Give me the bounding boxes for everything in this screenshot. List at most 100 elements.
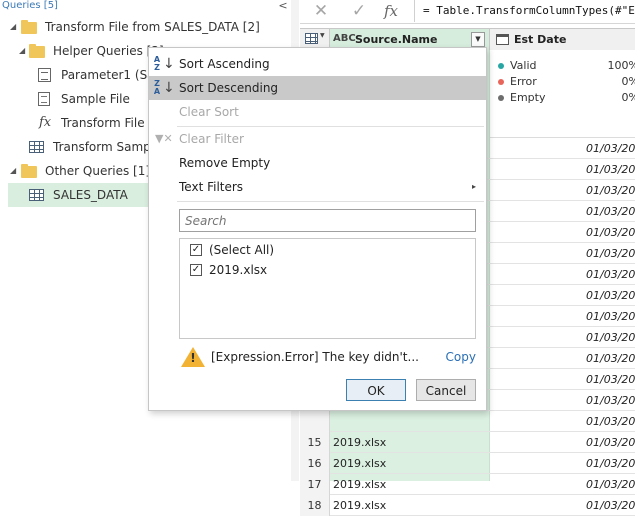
- cell-date-text: 01/03/2019: [586, 499, 635, 512]
- filter-dropdown: A Z ↓ Sort Ascending Z A ↓ Sort Descending C…: [148, 47, 487, 411]
- quality-valid: Valid 100%: [498, 58, 635, 74]
- chevron-right-icon: ▸: [471, 182, 476, 191]
- cell-est-date[interactable]: 01/03/2019: [490, 348, 635, 369]
- cell-est-date[interactable]: 01/03/2019: [490, 201, 635, 222]
- formula-input[interactable]: = Table.TransformColumnTypes(#"Expanded …: [414, 0, 635, 22]
- table-row[interactable]: 182019.xlsx 01/03/2019: [300, 495, 635, 516]
- column-header-est-date[interactable]: Est Date: [490, 29, 635, 50]
- cell-date-text: 01/03/2019: [586, 163, 635, 176]
- tree-item-other-queries[interactable]: ◢ Other Queries [1]: [0, 159, 150, 183]
- tree-item-label: SALES_DATA: [53, 188, 128, 202]
- exclamation-glyph: !: [190, 351, 196, 365]
- cell-est-date[interactable]: 01/03/2019: [490, 222, 635, 243]
- za-glyph: ZA: [153, 79, 161, 96]
- cell-est-date[interactable]: 01/03/2019: [490, 138, 635, 159]
- cell-est-date[interactable]: 01/03/2019: [490, 495, 635, 516]
- quality-label: Empty: [510, 91, 546, 104]
- collapse-pane-icon[interactable]: <: [276, 0, 290, 12]
- table-row[interactable]: 172019.xlsx 01/03/2019: [300, 474, 635, 495]
- text-filters-item[interactable]: Text Filters ▸: [149, 175, 486, 199]
- sort-ascending-item[interactable]: A Z ↓ Sort Ascending: [149, 52, 486, 76]
- cell-date-text: 01/03/2019: [586, 289, 635, 302]
- confirm-formula-button[interactable]: ✓: [344, 0, 374, 22]
- clear-filter-item[interactable]: ▼✕ Clear Filter: [149, 127, 486, 151]
- clear-sort-item[interactable]: Clear Sort: [149, 100, 486, 124]
- quality-label: Error: [510, 75, 537, 88]
- menu-item-label: Text Filters: [179, 180, 244, 194]
- folder-icon: [21, 20, 37, 34]
- cell-est-date[interactable]: 01/03/2019: [490, 180, 635, 201]
- cell-date-text: 01/03/2019: [586, 310, 635, 323]
- cell-date-text: 01/03/2019: [586, 226, 635, 239]
- table-row[interactable]: 01/03/2019: [300, 411, 635, 432]
- sort-descending-item[interactable]: Z A ↓ Sort Descending: [149, 76, 486, 100]
- row-number[interactable]: 15: [300, 432, 330, 453]
- function-icon: fx: [39, 115, 52, 130]
- quality-label: Valid: [510, 59, 537, 72]
- table-row[interactable]: 152019.xlsx 01/03/2019: [300, 432, 635, 453]
- cell-source-name[interactable]: 2019.xlsx: [333, 432, 483, 453]
- cell-est-date[interactable]: 01/03/2019: [490, 432, 635, 453]
- tree-item-transform-file-folder[interactable]: ◢ Transform File from SALES_DATA [2]: [0, 15, 290, 39]
- column-title: Est Date: [514, 33, 567, 46]
- cell-est-date[interactable]: 01/03/2019: [490, 306, 635, 327]
- cell-source-name[interactable]: 2019.xlsx: [333, 495, 483, 516]
- caret-down-icon[interactable]: ◢: [19, 39, 25, 63]
- row-number[interactable]: 16: [300, 453, 330, 474]
- cell-est-date[interactable]: 01/03/2019: [490, 285, 635, 306]
- cell-date-text: 01/03/2019: [586, 394, 635, 407]
- down-arrow-glyph: ↓: [163, 56, 175, 72]
- cell-date-text: 01/03/2019: [586, 373, 635, 386]
- empty-dot-icon: [498, 95, 504, 101]
- cell-est-date[interactable]: 01/03/2019: [490, 453, 635, 474]
- cell-source-name[interactable]: 2019.xlsx: [333, 474, 483, 495]
- quality-percent: 0%: [621, 75, 635, 88]
- cell-est-date[interactable]: 01/03/2019: [490, 390, 635, 411]
- quality-percent: 0%: [621, 91, 635, 104]
- search-input[interactable]: [179, 209, 476, 232]
- tree-item-label: Sample File: [61, 92, 130, 106]
- table-icon: [29, 141, 44, 153]
- row-number[interactable]: 18: [300, 495, 330, 516]
- ok-button[interactable]: OK: [346, 379, 406, 401]
- cell-date-text: 01/03/2019: [586, 247, 635, 260]
- insert-function-button[interactable]: fx: [376, 0, 406, 22]
- tree-item-sample-file[interactable]: Sample File: [0, 87, 150, 111]
- caret-down-icon[interactable]: ◢: [10, 159, 16, 183]
- cell-date-text: 01/03/2019: [586, 436, 635, 449]
- remove-empty-item[interactable]: Remove Empty: [149, 151, 486, 175]
- cell-est-date[interactable]: 01/03/2019: [490, 327, 635, 348]
- checkbox-checked-icon[interactable]: ✓: [190, 244, 202, 256]
- row-number[interactable]: [300, 411, 330, 432]
- cell-source-name[interactable]: [333, 411, 483, 432]
- cancel-button[interactable]: Cancel: [416, 379, 476, 401]
- cell-est-date[interactable]: 01/03/2019: [490, 474, 635, 495]
- table-row[interactable]: 162019.xlsx 01/03/2019: [300, 453, 635, 474]
- document-icon: [38, 92, 50, 106]
- column-filter-button[interactable]: ▼: [471, 32, 485, 47]
- cell-date-text: 01/03/2019: [586, 331, 635, 344]
- menu-item-label: Sort Descending: [179, 81, 279, 95]
- cell-date-text: 01/03/2019: [586, 268, 635, 281]
- tree-item-transform-file[interactable]: fx Transform File: [0, 111, 150, 135]
- cell-est-date[interactable]: 01/03/2019: [490, 369, 635, 390]
- cancel-formula-button[interactable]: ✕: [306, 0, 336, 22]
- tree-item-transform-sample[interactable]: Transform Sample: [0, 135, 162, 159]
- option-label: (Select All): [209, 243, 275, 257]
- tree-item-sales-data[interactable]: SALES_DATA: [8, 183, 150, 207]
- date-type-icon[interactable]: [496, 34, 509, 45]
- menu-item-label: Sort Ascending: [179, 57, 270, 71]
- checkbox-checked-icon[interactable]: ✓: [190, 264, 202, 276]
- cell-est-date[interactable]: 01/03/2019: [490, 411, 635, 432]
- cell-source-name[interactable]: 2019.xlsx: [333, 453, 483, 474]
- caret-down-icon[interactable]: ◢: [10, 15, 16, 39]
- text-type-icon[interactable]: ABC: [333, 32, 356, 46]
- cell-est-date[interactable]: 01/03/2019: [490, 264, 635, 285]
- row-number[interactable]: 17: [300, 474, 330, 495]
- copy-link[interactable]: Copy: [446, 345, 476, 369]
- cell-est-date[interactable]: 01/03/2019: [490, 159, 635, 180]
- parameter-icon: [38, 68, 51, 82]
- tree-item-label: Transform File: [61, 116, 145, 130]
- tree-item-parameter1[interactable]: Parameter1 (Sam: [0, 63, 166, 87]
- cell-est-date[interactable]: 01/03/2019: [490, 243, 635, 264]
